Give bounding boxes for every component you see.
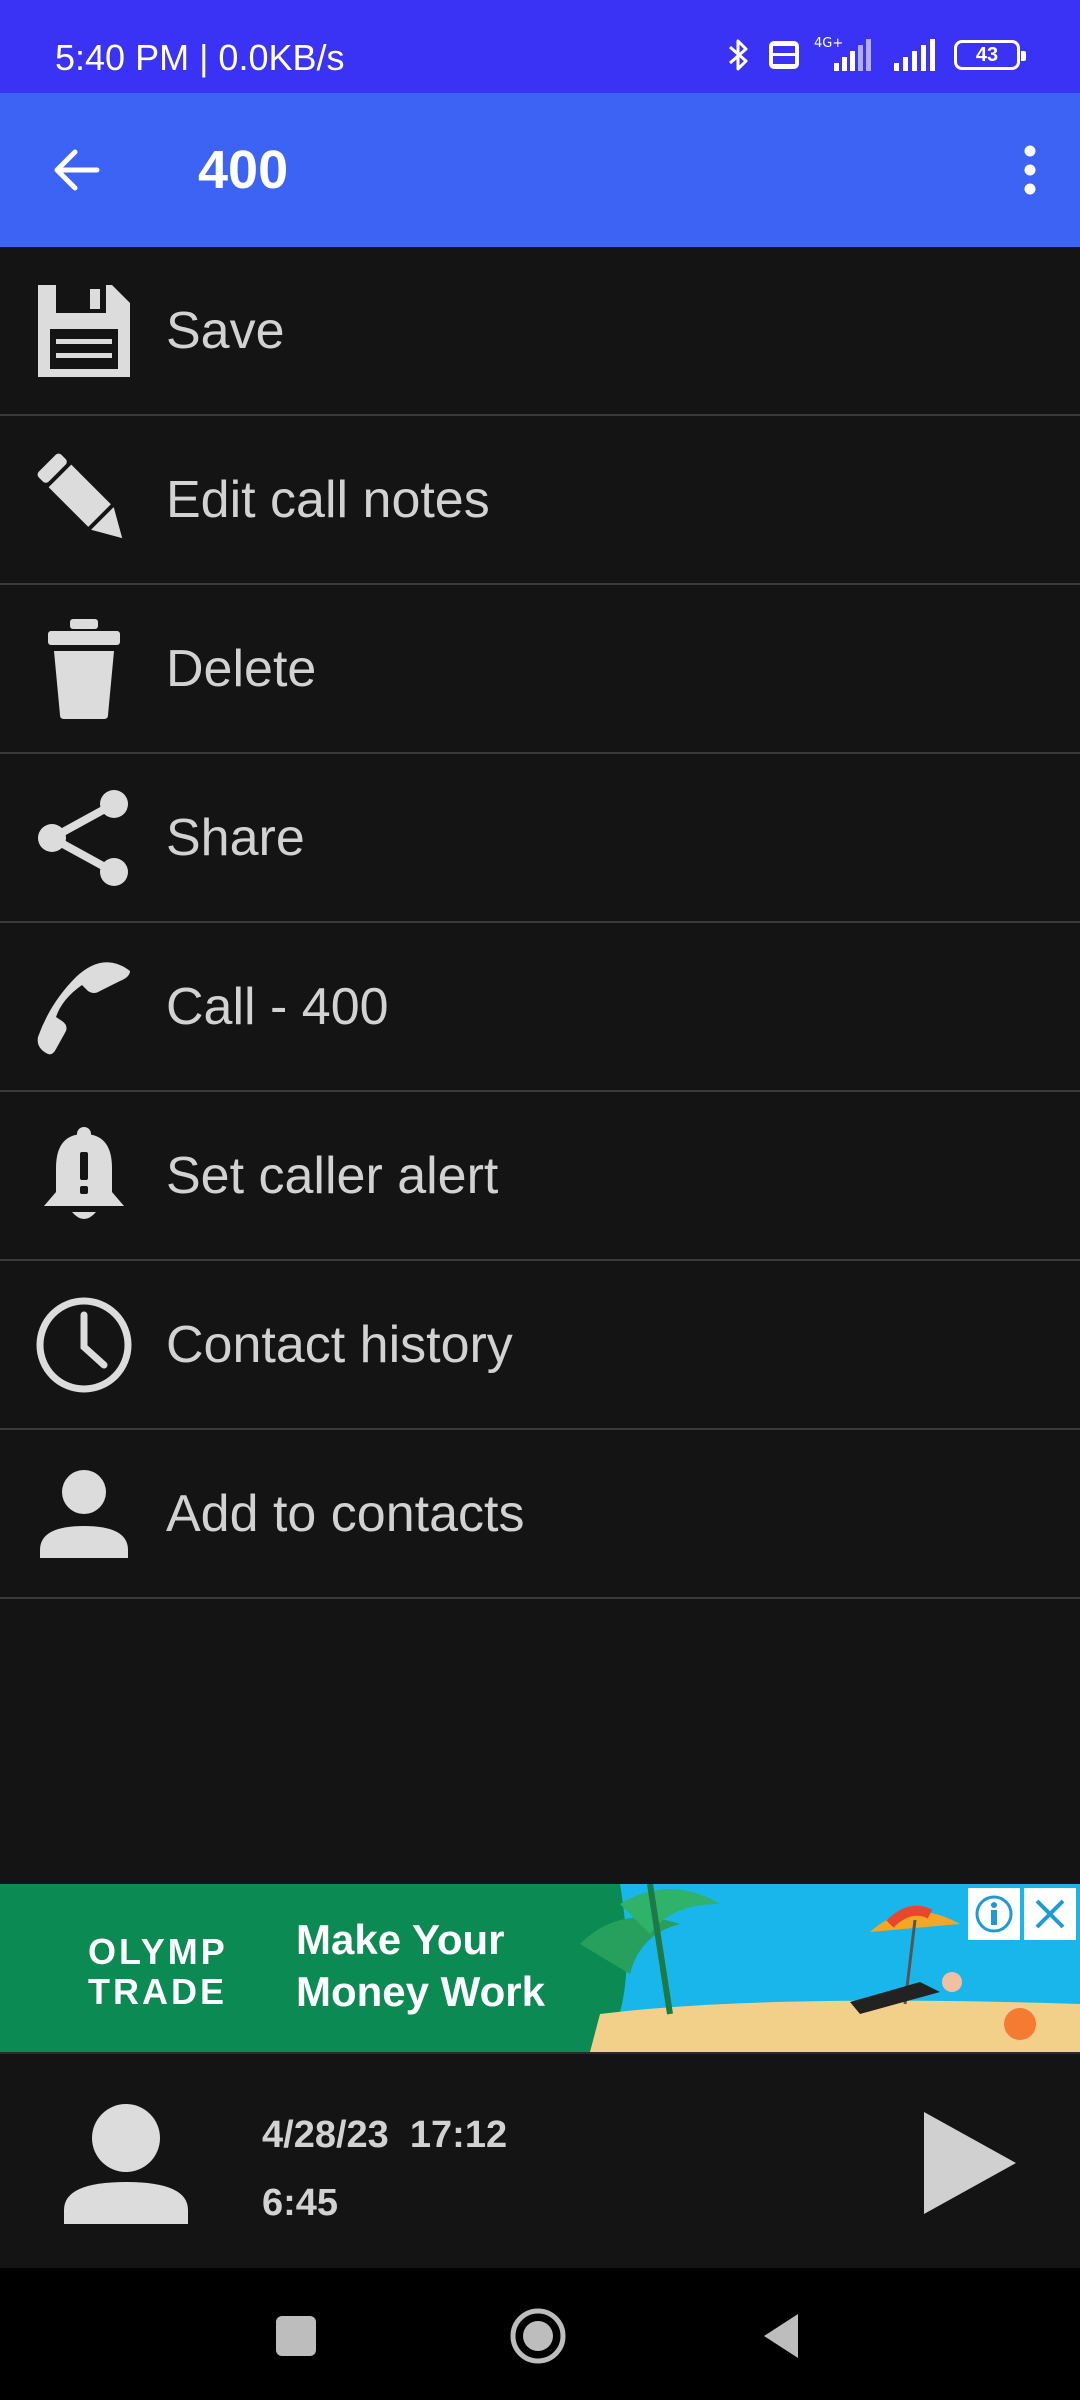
menu-item-call[interactable]: Call - 400 [0,923,1080,1092]
ad-headline: Make Your Money Work [296,1914,545,2018]
ad-brand-line2: TRADE [88,1971,227,2012]
overflow-menu-button[interactable] [1000,135,1060,205]
menu-item-contact-history[interactable]: Contact history [0,1261,1080,1430]
pencil-icon [30,446,138,554]
back-triangle-icon[interactable] [752,2306,812,2366]
recents-square-icon[interactable] [266,2306,326,2366]
volte-icon [769,41,799,69]
action-menu: Save Edit call notes Delete Share Call -… [0,247,1080,1599]
bluetooth-icon [729,39,748,71]
share-icon [30,784,138,892]
arrow-left-icon [54,149,100,191]
menu-item-label: Share [166,808,305,867]
menu-item-delete[interactable]: Delete [0,585,1080,754]
ad-close-button[interactable] [1024,1888,1076,1940]
svg-text:4G+: 4G+ [814,36,843,51]
clock-icon [30,1291,138,1399]
ad-logo: OLYMP TRADE [88,1932,228,2012]
battery-icon: 43 [954,40,1026,70]
battery-level: 43 [975,43,999,66]
phone-icon [30,953,138,1061]
ad-text-line1: Make Your [296,1916,505,1963]
status-bar: 5:40 PM | 0.0KB/s 4G+ 43 [0,0,1080,93]
signal-icon [894,39,935,71]
home-circle-icon[interactable] [508,2306,568,2366]
floppy-disk-icon [30,277,138,385]
ad-banner[interactable]: OLYMP TRADE Make Your Money Work [0,1884,1080,2052]
play-button[interactable] [912,2108,1022,2218]
trash-icon [30,615,138,723]
menu-item-label: Save [166,301,285,360]
recording-date: 4/28/23 17:12 [262,2114,508,2156]
menu-item-label: Set caller alert [166,1146,499,1205]
back-button[interactable] [36,135,116,205]
close-icon [1035,1899,1065,1929]
menu-item-save[interactable]: Save [0,247,1080,416]
menu-item-label: Delete [166,639,317,698]
bell-alert-icon [30,1122,138,1230]
more-vert-icon [1024,145,1036,195]
menu-item-label: Contact history [166,1315,513,1374]
menu-item-set-caller-alert[interactable]: Set caller alert [0,1092,1080,1261]
person-icon [30,1460,138,1568]
ad-brand-line1: OLYMP [88,1931,228,1972]
app-bar: 400 [0,93,1080,247]
ad-info-button[interactable] [968,1888,1020,1940]
recording-player: 4/28/23 17:12 6:45 [0,2052,1080,2268]
menu-item-share[interactable]: Share [0,754,1080,923]
signal-4g-icon: 4G+ [814,36,871,71]
menu-item-edit-call-notes[interactable]: Edit call notes [0,416,1080,585]
avatar [64,2104,188,2224]
menu-item-label: Add to contacts [166,1484,525,1543]
menu-item-add-to-contacts[interactable]: Add to contacts [0,1430,1080,1599]
info-icon [975,1895,1013,1933]
system-nav-bar [0,2268,1080,2400]
menu-item-label: Edit call notes [166,470,490,529]
menu-item-label: Call - 400 [166,977,389,1036]
recording-duration: 6:45 [262,2182,339,2224]
ad-text-line2: Money Work [296,1968,545,2015]
status-time: 5:40 PM | 0.0KB/s [55,37,345,78]
status-icons: 4G+ 43 [724,30,1026,80]
page-title: 400 [198,140,289,200]
